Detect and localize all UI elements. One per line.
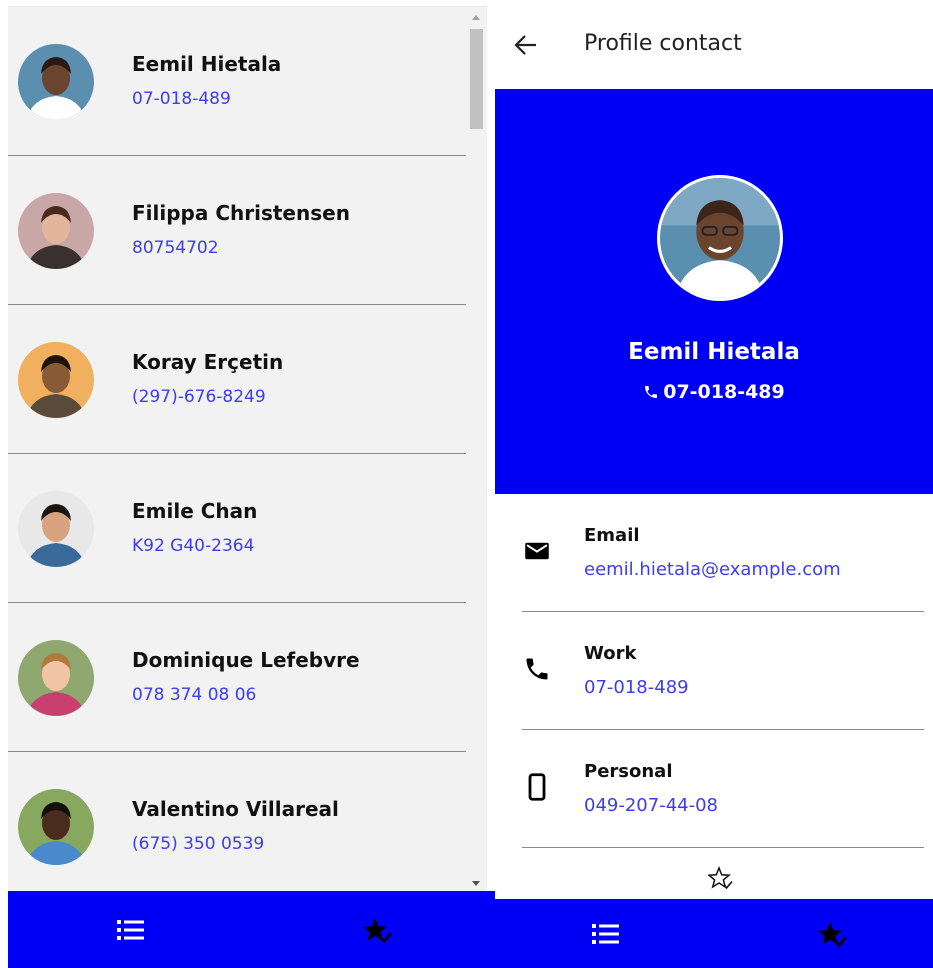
divider [522, 847, 924, 848]
contact-phone[interactable]: (297)-676-8249 [132, 387, 266, 407]
bottom-nav-right [495, 899, 933, 968]
phone-icon [645, 386, 658, 398]
contact-list-panel: Eemil Hietala 07-018-489 Filippa Christens… [8, 6, 487, 968]
contact-row[interactable]: Valentino Villareal (675) 350 0539 [8, 752, 466, 892]
email-link[interactable]: eemil.hietala@example.com [584, 559, 841, 580]
contact-phone[interactable]: 07-018-489 [132, 89, 231, 109]
scroll-down-arrow-icon[interactable] [472, 881, 480, 886]
avatar [18, 640, 94, 716]
contact-row[interactable]: Emile Chan K92 G40-2364 [8, 454, 466, 603]
detail-row-email[interactable]: Email eemil.hietala@example.com [495, 494, 933, 612]
bottom-nav-left [8, 891, 495, 968]
profile-panel: Profile contact Eemil Hietala 07-018-489… [495, 0, 933, 968]
detail-label: Email [584, 525, 640, 546]
detail-label: Work [584, 643, 637, 664]
profile-phone-text: 07-018-489 [663, 381, 785, 403]
phone-icon [523, 655, 551, 683]
back-arrow-icon[interactable] [513, 32, 539, 58]
app-bar: Profile contact [495, 0, 933, 89]
profile-phone: 07-018-489 [495, 381, 933, 403]
work-phone-link[interactable]: 07-018-489 [584, 677, 689, 698]
contact-name: Koray Erçetin [132, 350, 284, 374]
favorite-toggle-star-icon[interactable] [707, 865, 734, 892]
contact-row[interactable]: Dominique Lefebvre 078 374 08 06 [8, 603, 466, 752]
list-icon[interactable] [591, 921, 621, 951]
favorites-star-icon[interactable] [817, 921, 849, 953]
avatar [18, 44, 94, 120]
avatar [18, 491, 94, 567]
contact-row[interactable]: Eemil Hietala 07-018-489 [8, 7, 466, 156]
contact-phone[interactable]: K92 G40-2364 [132, 536, 254, 556]
contact-name: Dominique Lefebvre [132, 648, 360, 672]
avatar [18, 789, 94, 865]
contact-name: Eemil Hietala [132, 52, 282, 76]
favorites-star-icon[interactable] [362, 917, 394, 949]
avatar [18, 342, 94, 418]
contact-row[interactable]: Filippa Christensen 80754702 [8, 156, 466, 305]
smartphone-icon [523, 773, 551, 801]
profile-name: Eemil Hietala [628, 339, 800, 365]
contact-phone[interactable]: (675) 350 0539 [132, 834, 264, 854]
scroll-up-arrow-icon[interactable] [472, 15, 480, 20]
personal-phone-link[interactable]: 049-207-44-08 [584, 795, 718, 816]
detail-label: Personal [584, 761, 673, 782]
detail-row-personal[interactable]: Personal 049-207-44-08 [495, 730, 933, 848]
avatar [18, 193, 94, 269]
page-title: Profile contact [584, 31, 742, 56]
contact-phone[interactable]: 80754702 [132, 238, 219, 258]
detail-row-work[interactable]: Work 07-018-489 [495, 612, 933, 730]
profile-avatar [657, 175, 783, 301]
scrollbar[interactable] [468, 7, 485, 892]
contact-name: Valentino Villareal [132, 797, 339, 821]
contact-phone[interactable]: 078 374 08 06 [132, 685, 256, 705]
contact-name: Emile Chan [132, 499, 258, 523]
mail-icon [523, 537, 551, 565]
contact-row[interactable]: Koray Erçetin (297)-676-8249 [8, 305, 466, 454]
contact-list[interactable]: Eemil Hietala 07-018-489 Filippa Christens… [8, 7, 466, 892]
profile-header: Eemil Hietala 07-018-489 [495, 89, 933, 494]
list-icon[interactable] [116, 917, 146, 947]
scrollbar-thumb[interactable] [470, 29, 483, 129]
contact-name: Filippa Christensen [132, 201, 350, 225]
